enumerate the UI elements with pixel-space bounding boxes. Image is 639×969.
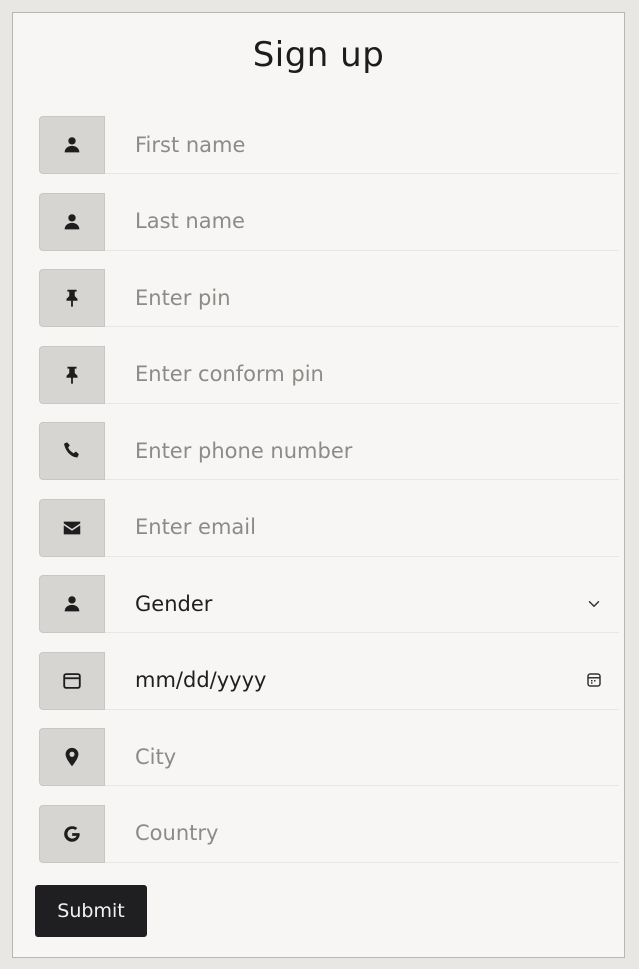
pin-input[interactable]: Enter pin [105, 269, 619, 327]
g-letter-icon [39, 804, 105, 863]
city-placeholder: City [135, 744, 177, 769]
chevron-down-icon[interactable] [585, 595, 603, 613]
date-input-value: mm/dd/yyyy [135, 668, 267, 692]
last-name-input[interactable]: Last name [105, 193, 619, 251]
country-placeholder: Country [135, 821, 219, 845]
signup-card: Sign up First name Last name Enter pin E… [12, 12, 625, 958]
date-input[interactable]: mm/dd/yyyy [105, 652, 619, 710]
confirm-pin-row: Enter conform pin [39, 345, 619, 404]
city-row: City [39, 728, 619, 786]
country-input[interactable]: Country [105, 805, 619, 863]
email-row: Enter email [39, 498, 619, 557]
user-icon [39, 575, 105, 633]
user-icon [39, 192, 105, 251]
gender-select-value: Gender [135, 591, 213, 616]
calendar-picker-icon[interactable] [585, 671, 603, 689]
page-title: Sign up [252, 35, 385, 75]
phone-input[interactable]: Enter phone number [105, 422, 619, 480]
city-input[interactable]: City [105, 728, 619, 786]
envelope-icon [39, 498, 105, 557]
first-name-placeholder: First name [135, 132, 246, 157]
gender-row: Gender [39, 575, 619, 633]
phone-row: Enter phone number [39, 422, 619, 480]
date-row: mm/dd/yyyy [39, 651, 619, 710]
email-input[interactable]: Enter email [105, 499, 619, 557]
gender-select[interactable]: Gender [105, 575, 619, 633]
location-marker-icon [39, 728, 105, 786]
pin-icon [39, 345, 105, 404]
confirm-pin-placeholder: Enter conform pin [135, 362, 324, 386]
submit-button[interactable]: Submit [35, 885, 147, 937]
calendar-icon [39, 651, 105, 710]
pin-row: Enter pin [39, 269, 619, 327]
country-row: Country [39, 804, 619, 863]
pin-placeholder: Enter pin [135, 285, 231, 310]
email-placeholder: Enter email [135, 515, 256, 539]
last-name-placeholder: Last name [135, 209, 245, 233]
first-name-row: First name [39, 116, 619, 174]
confirm-pin-input[interactable]: Enter conform pin [105, 346, 619, 404]
user-icon [39, 116, 105, 174]
first-name-input[interactable]: First name [105, 116, 619, 174]
pin-icon [39, 269, 105, 327]
last-name-row: Last name [39, 192, 619, 251]
phone-icon [39, 422, 105, 480]
phone-placeholder: Enter phone number [135, 438, 353, 463]
signup-form: First name Last name Enter pin Enter con… [39, 116, 619, 881]
